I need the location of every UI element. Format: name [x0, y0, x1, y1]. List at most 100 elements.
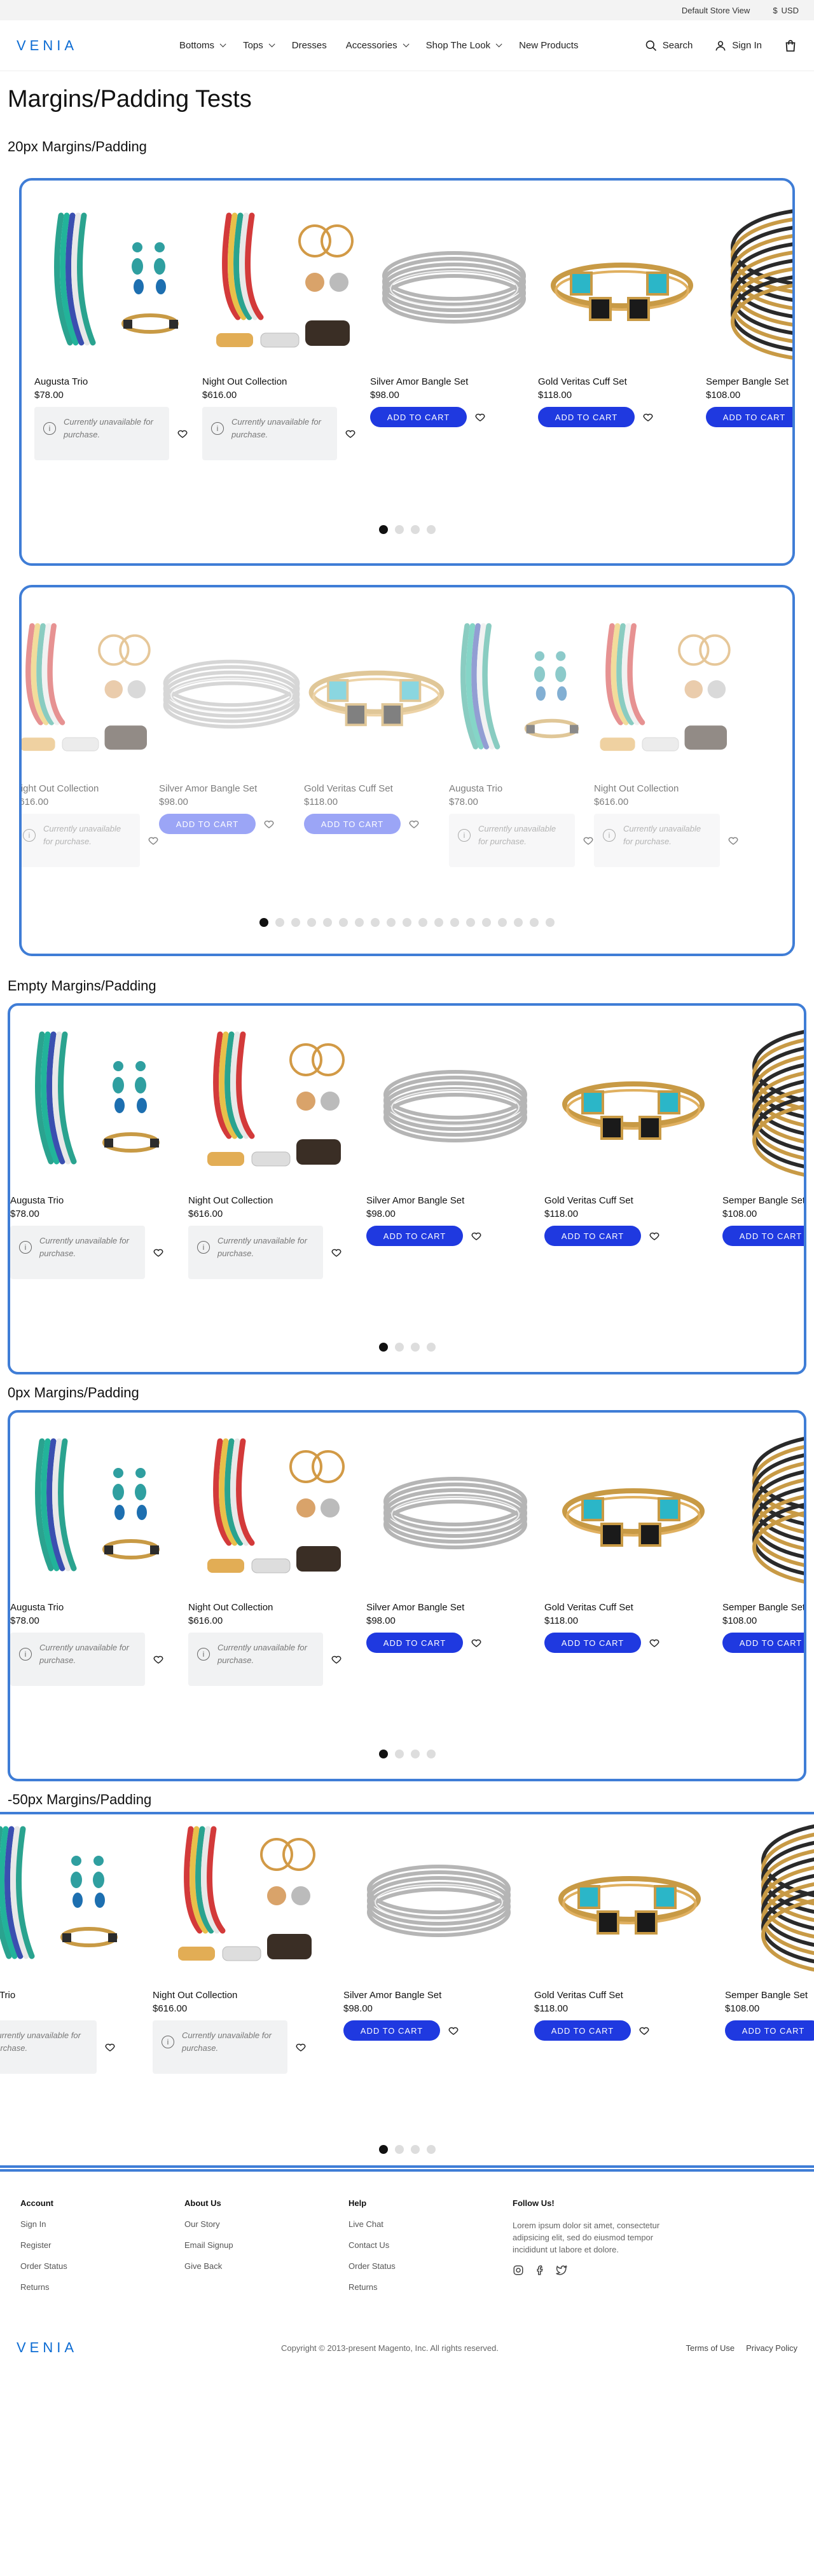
heart-icon[interactable]	[148, 835, 159, 846]
add-to-cart-button[interactable]: ADD TO CART	[706, 407, 792, 427]
product-image[interactable]	[159, 616, 304, 769]
add-to-cart-button[interactable]: ADD TO CART	[544, 1226, 641, 1246]
instagram-icon[interactable]	[513, 2264, 524, 2276]
product-image-wrap[interactable]	[544, 1429, 722, 1593]
product-image-wrap[interactable]	[370, 203, 538, 367]
product-name[interactable]: Gold Veritas Cuff Set	[304, 783, 449, 794]
add-to-cart-button[interactable]: ADD TO CART	[538, 407, 635, 427]
add-to-cart-button[interactable]: ADD TO CART	[725, 2020, 814, 2041]
product-name[interactable]: Semper Bangle Set	[722, 1602, 804, 1613]
add-to-cart-button[interactable]: ADD TO CART	[159, 814, 256, 834]
product-image-wrap[interactable]	[706, 203, 792, 367]
carousel-dot[interactable]	[546, 918, 555, 927]
product-carousel[interactable]: Augusta Trio $78.00 i Currently unavaila…	[0, 1812, 814, 2168]
store-switcher[interactable]: Default Store View	[682, 6, 750, 15]
add-to-cart-button[interactable]: ADD TO CART	[534, 2020, 631, 2041]
footer-link[interactable]: Contact Us	[348, 2240, 513, 2250]
add-to-cart-button[interactable]: ADD TO CART	[722, 1633, 804, 1653]
heart-icon[interactable]	[448, 2025, 459, 2036]
product-name[interactable]: Semper Bangle Set	[706, 376, 792, 387]
footer-link[interactable]: Email Signup	[184, 2240, 348, 2250]
heart-icon[interactable]	[104, 2041, 116, 2053]
terms-link[interactable]: Terms of Use	[686, 2343, 735, 2353]
product-name[interactable]: Night Out Collection	[202, 376, 370, 387]
product-name[interactable]: Augusta Trio	[0, 1990, 153, 2001]
carousel-dot[interactable]	[426, 1750, 436, 1758]
product-image[interactable]	[201, 1028, 354, 1181]
product-name[interactable]: Augusta Trio	[10, 1195, 188, 1206]
carousel-dot[interactable]	[378, 1750, 388, 1758]
product-name[interactable]: Night Out Collection	[188, 1195, 366, 1206]
carousel-dot[interactable]	[394, 1750, 404, 1758]
product-name[interactable]: Semper Bangle Set	[725, 1990, 814, 2001]
heart-icon[interactable]	[177, 428, 188, 439]
nav-shop-the-look[interactable]: Shop The Look	[426, 40, 502, 51]
product-image[interactable]	[19, 616, 159, 769]
heart-icon[interactable]	[642, 411, 654, 423]
product-image-wrap[interactable]	[722, 1429, 804, 1593]
cart-button[interactable]	[783, 39, 797, 53]
carousel-dot[interactable]	[434, 918, 443, 927]
carousel-dot[interactable]	[275, 918, 284, 927]
carousel-dot[interactable]	[291, 918, 300, 927]
heart-icon[interactable]	[153, 1654, 164, 1665]
product-image[interactable]	[379, 1435, 532, 1587]
product-image[interactable]	[449, 616, 594, 769]
product-image-wrap[interactable]	[188, 1022, 366, 1186]
carousel-dot[interactable]	[378, 525, 388, 534]
heart-icon[interactable]	[263, 818, 275, 830]
currency-switcher[interactable]: $ USD	[773, 6, 799, 15]
heart-icon[interactable]	[408, 818, 420, 830]
product-image-wrap[interactable]	[343, 1817, 534, 1981]
product-image[interactable]	[210, 209, 362, 362]
carousel-dot[interactable]	[450, 918, 459, 927]
heart-icon[interactable]	[728, 835, 739, 846]
carousel-dot[interactable]	[355, 918, 364, 927]
product-carousel[interactable]: Augusta Trio $78.00 i Currently unavaila…	[19, 585, 795, 956]
carousel-dot[interactable]	[394, 525, 404, 534]
footer-logo[interactable]: VENIA	[17, 2340, 78, 2356]
product-name[interactable]: Augusta Trio	[34, 376, 202, 387]
product-name[interactable]: Silver Amor Bangle Set	[366, 1602, 544, 1613]
product-image-wrap[interactable]	[159, 610, 304, 774]
add-to-cart-button[interactable]: ADD TO CART	[366, 1226, 463, 1246]
product-carousel[interactable]: Augusta Trio $78.00 i Currently unavaila…	[19, 178, 795, 566]
footer-link[interactable]: Order Status	[348, 2261, 513, 2271]
heart-icon[interactable]	[471, 1637, 482, 1648]
product-image[interactable]	[304, 616, 449, 769]
product-image-wrap[interactable]	[544, 1022, 722, 1186]
add-to-cart-button[interactable]: ADD TO CART	[343, 2020, 440, 2041]
product-image-wrap[interactable]	[188, 1429, 366, 1593]
product-name[interactable]: Silver Amor Bangle Set	[370, 376, 538, 387]
facebook-icon[interactable]	[534, 2264, 546, 2276]
footer-link[interactable]: Live Chat	[348, 2219, 513, 2229]
footer-link[interactable]: Sign In	[20, 2219, 184, 2229]
carousel-dot[interactable]	[498, 918, 507, 927]
search-button[interactable]: Search	[645, 39, 693, 52]
carousel-dot[interactable]	[323, 918, 332, 927]
product-image-wrap[interactable]	[366, 1022, 544, 1186]
product-image[interactable]	[23, 1435, 176, 1587]
product-image-wrap[interactable]	[722, 1022, 804, 1186]
nav-new-products[interactable]: New Products	[519, 40, 578, 51]
carousel-dot[interactable]	[426, 2145, 436, 2154]
carousel-dot[interactable]	[482, 918, 491, 927]
footer-link[interactable]: Returns	[348, 2282, 513, 2292]
product-image-wrap[interactable]	[725, 1817, 814, 1981]
product-name[interactable]: Night Out Collection	[153, 1990, 343, 2001]
product-name[interactable]: Augusta Trio	[449, 783, 594, 794]
carousel-dot[interactable]	[426, 525, 436, 534]
product-name[interactable]: Silver Amor Bangle Set	[159, 783, 304, 794]
product-image-wrap[interactable]	[534, 1817, 725, 1981]
product-image[interactable]	[379, 1028, 532, 1181]
product-carousel[interactable]: Augusta Trio $78.00 i Currently unavaila…	[8, 1410, 806, 1781]
product-name[interactable]: Night Out Collection	[188, 1602, 366, 1613]
carousel-dot[interactable]	[410, 1750, 420, 1758]
add-to-cart-button[interactable]: ADD TO CART	[722, 1226, 804, 1246]
product-name[interactable]: Gold Veritas Cuff Set	[544, 1195, 722, 1206]
product-image-wrap[interactable]	[304, 610, 449, 774]
carousel-dot[interactable]	[426, 1343, 436, 1352]
footer-link[interactable]: Our Story	[184, 2219, 348, 2229]
product-image[interactable]	[201, 1435, 354, 1587]
product-image[interactable]	[546, 209, 698, 362]
